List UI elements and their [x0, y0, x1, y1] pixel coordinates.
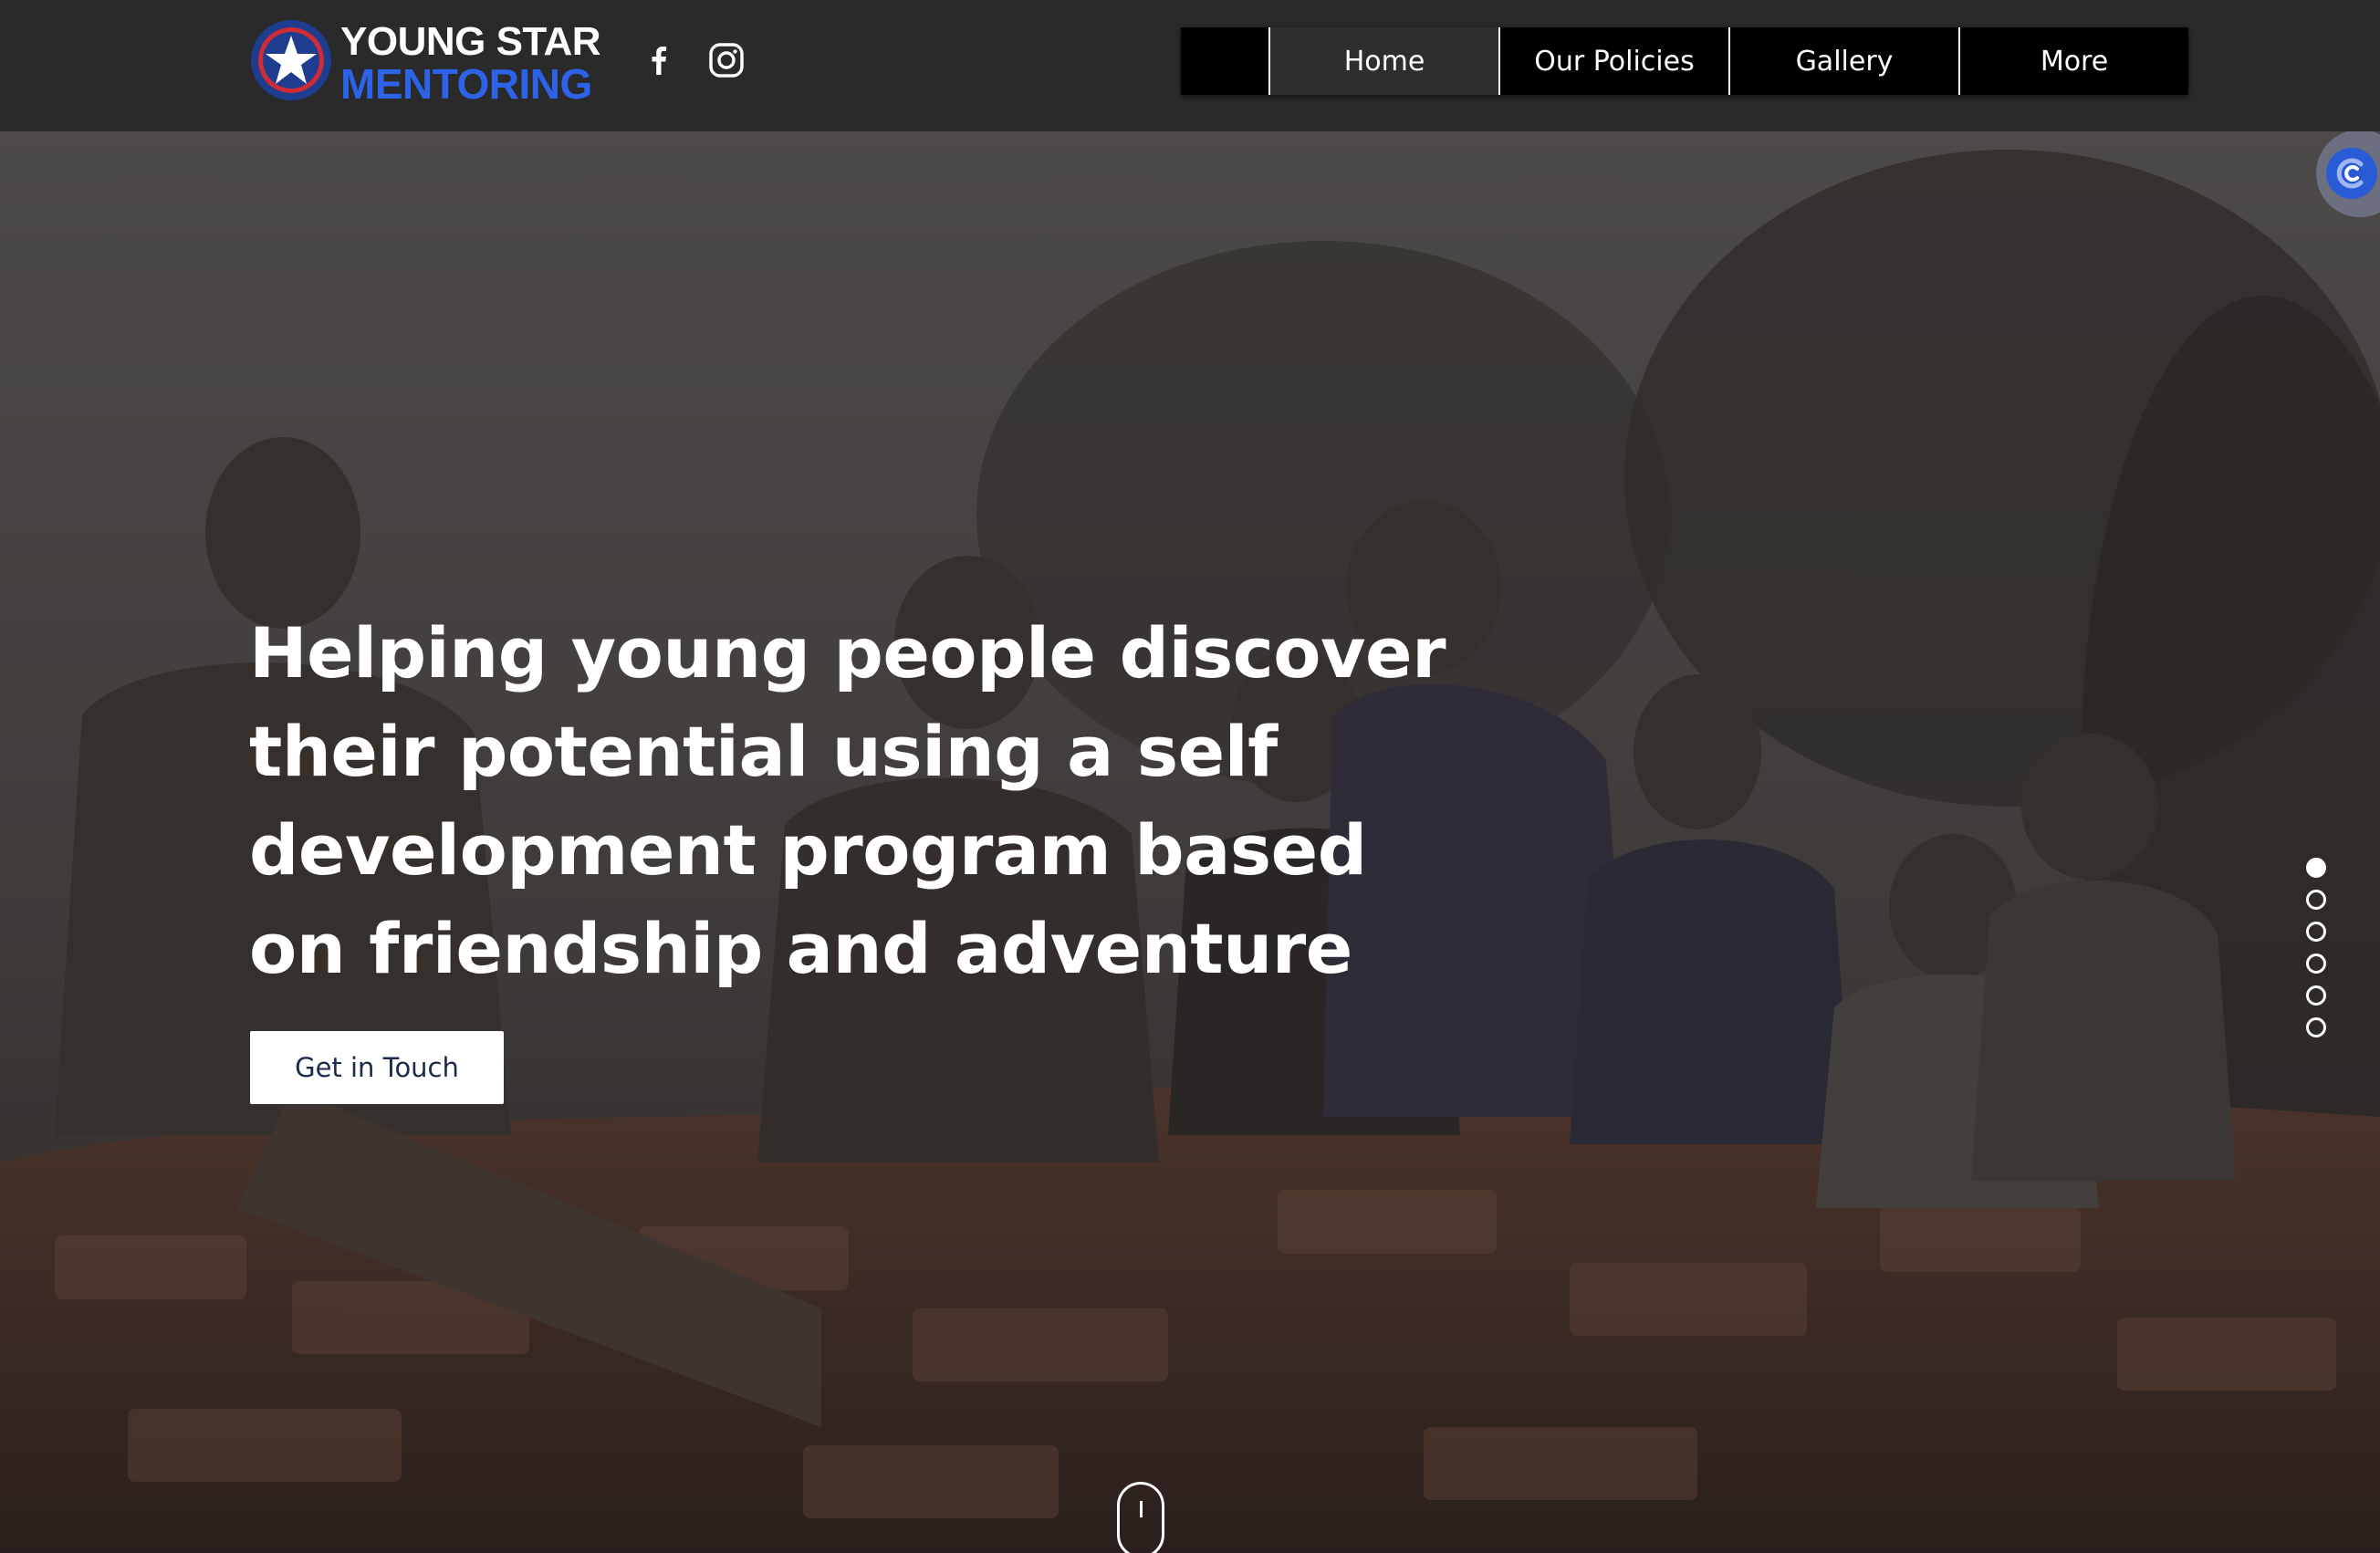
facebook-link[interactable]: [639, 40, 679, 80]
nav-item-home[interactable]: Home: [1268, 27, 1498, 95]
scroll-down-icon[interactable]: [1117, 1482, 1164, 1553]
anchor-dot-4[interactable]: [2306, 954, 2326, 974]
section-anchor-menu: [2306, 858, 2328, 1040]
hero-section: Helping young people discover their pote…: [0, 131, 2380, 1553]
nav-item-gallery[interactable]: Gallery: [1728, 27, 1958, 95]
site-header: YOUNG STAR MENTORING Home Our Policies G…: [0, 0, 2380, 131]
chat-bubble-icon: [2326, 148, 2377, 199]
nav-item-more[interactable]: More: [1958, 27, 2188, 95]
instagram-link[interactable]: [706, 40, 746, 80]
facebook-icon: [652, 47, 667, 75]
get-in-touch-button[interactable]: Get in Touch: [250, 1031, 504, 1104]
logo-text-young-star: YOUNG STAR: [340, 19, 601, 64]
anchor-dot-2[interactable]: [2306, 890, 2326, 910]
site-logo[interactable]: YOUNG STAR MENTORING: [249, 16, 614, 109]
star-badge-icon: [251, 20, 331, 100]
anchor-dot-5[interactable]: [2306, 985, 2326, 1006]
logo-text-mentoring: MENTORING: [340, 60, 592, 108]
anchor-dot-6[interactable]: [2306, 1017, 2326, 1037]
anchor-dot-1[interactable]: [2306, 858, 2326, 878]
nav-spacer: [1181, 27, 1268, 95]
nav-item-our-policies[interactable]: Our Policies: [1498, 27, 1728, 95]
instagram-icon: [709, 43, 744, 78]
anchor-dot-3[interactable]: [2306, 922, 2326, 942]
hero-heading: Helping young people discover their pote…: [249, 612, 1446, 989]
main-nav: Home Our Policies Gallery More: [1181, 27, 2188, 95]
